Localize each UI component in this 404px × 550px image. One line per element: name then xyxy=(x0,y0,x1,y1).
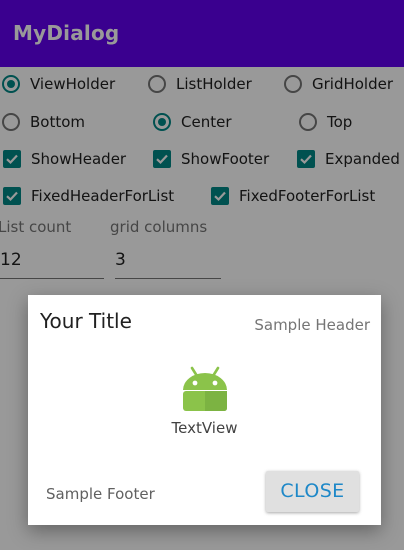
dialog: Your Title Sample Header TextView Sample… xyxy=(28,295,381,525)
dialog-footer: Sample Footer xyxy=(46,485,155,503)
android-icon xyxy=(183,366,227,411)
dialog-title: Your Title xyxy=(40,309,132,333)
dialog-textview: TextView xyxy=(171,419,238,437)
dialog-header: Sample Header xyxy=(254,316,370,334)
close-button[interactable]: CLOSE xyxy=(266,471,359,512)
